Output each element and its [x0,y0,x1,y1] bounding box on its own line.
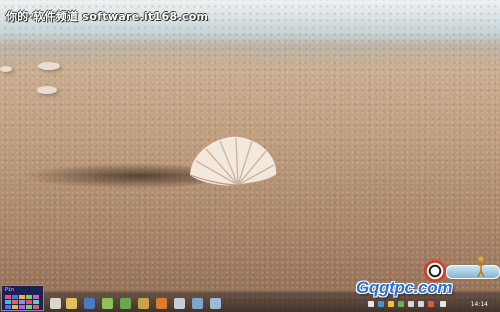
media-player-icon[interactable] [156,298,167,309]
tray-app-icon[interactable] [378,301,384,307]
media-icon[interactable] [84,298,95,309]
pebble [0,66,12,72]
flag-icon[interactable] [428,301,434,307]
start-tile-label: Pin [5,287,15,293]
figure-icon [477,256,485,278]
site-logo: Gqgtpc.com [356,278,453,297]
start-tile[interactable]: Pin [1,285,44,311]
pebble [37,86,57,94]
folder-icon[interactable] [66,298,77,309]
seashell-icon [189,136,277,186]
tray-app-icon[interactable] [388,301,394,307]
tray-arrow-icon[interactable] [368,301,374,307]
app-icon[interactable] [210,298,221,309]
taskbar-clock[interactable]: 14:14 [471,301,488,308]
network-icon[interactable] [418,301,424,307]
app-icon[interactable] [192,298,203,309]
watermark-text: 你的·软件频道 software.it168.com [6,10,209,23]
settings-icon[interactable] [174,298,185,309]
explorer-icon[interactable] [50,298,61,309]
app-icon[interactable] [120,298,131,309]
tray-app-icon[interactable] [398,301,404,307]
pebble [38,62,60,70]
volume-icon[interactable] [440,301,446,307]
start-tile-grid [5,295,39,309]
browser-icon[interactable] [102,298,113,309]
site-badge-pill [446,265,500,279]
app-icon[interactable] [138,298,149,309]
tray-app-icon[interactable] [408,301,414,307]
